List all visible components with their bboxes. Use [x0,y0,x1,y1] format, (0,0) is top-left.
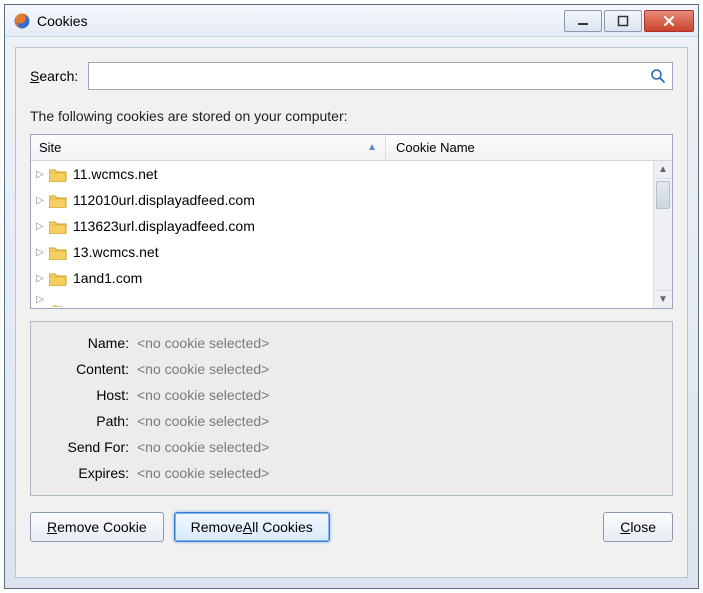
folder-icon [49,271,67,286]
detail-label-name: Name: [41,335,129,351]
expand-icon[interactable]: ▷ [35,169,45,180]
list-header: Site ▲ Cookie Name [31,135,672,161]
close-window-button[interactable] [644,10,694,32]
detail-label-expires: Expires: [41,465,129,481]
detail-value-path: <no cookie selected> [137,413,269,429]
detail-value-name: <no cookie selected> [137,335,269,351]
col-site-header[interactable]: Site ▲ [31,135,386,160]
remove-cookie-button[interactable]: Remove Cookie [30,512,164,542]
window-controls [564,10,694,32]
scroll-down-icon[interactable]: ▼ [654,290,672,308]
detail-label-path: Path: [41,413,129,429]
close-button[interactable]: Close [603,512,673,542]
list-item[interactable]: ▷ 113623url.displayadfeed.com [31,213,652,239]
folder-icon [49,193,67,208]
folder-icon [49,245,67,260]
expand-icon[interactable]: ▷ [35,221,45,232]
remove-all-cookies-button[interactable]: Remove All Cookies [174,512,330,542]
button-row: Remove Cookie Remove All Cookies Close [30,512,673,542]
expand-icon[interactable]: ▷ [35,294,45,305]
list-item[interactable]: ▷ 1and1.com [31,265,652,291]
list-body: ▷ 11.wcmcs.net ▷ 112010url.displayadfeed… [31,161,672,308]
detail-value-sendfor: <no cookie selected> [137,439,269,455]
list-item[interactable]: ▷ 13.wcmcs.net [31,239,652,265]
folder-icon [49,167,67,182]
list-item[interactable]: ▷ 11.wcmcs.net [31,161,652,187]
folder-icon [49,299,67,307]
cookies-dialog: Cookies Search: [4,4,699,589]
expand-icon[interactable]: ▷ [35,195,45,206]
col-cookie-header[interactable]: Cookie Name [386,135,672,160]
dialog-content: Search: The following cookies are stored… [15,47,688,578]
scrollbar[interactable]: ▲ ▼ [653,161,672,308]
detail-value-expires: <no cookie selected> [137,465,269,481]
expand-icon[interactable]: ▷ [35,273,45,284]
search-input[interactable] [95,64,650,88]
detail-value-host: <no cookie selected> [137,387,269,403]
description-text: The following cookies are stored on your… [30,108,673,124]
firefox-icon [13,12,31,30]
search-icon [650,68,666,84]
detail-value-content: <no cookie selected> [137,361,269,377]
scroll-thumb[interactable] [656,181,670,209]
cookie-list: Site ▲ Cookie Name ▷ 11.wcmcs.net [30,134,673,309]
folder-icon [49,219,67,234]
detail-label-sendfor: Send For: [41,439,129,455]
maximize-button[interactable] [604,10,642,32]
detail-label-host: Host: [41,387,129,403]
detail-label-content: Content: [41,361,129,377]
search-label: Search: [30,68,78,84]
list-item[interactable]: ▷ 112010url.displayadfeed.com [31,187,652,213]
search-row: Search: [30,62,673,90]
cookie-details: Name: <no cookie selected> Content: <no co… [30,321,673,496]
search-input-wrap[interactable] [88,62,673,90]
window-title: Cookies [37,13,564,29]
minimize-button[interactable] [564,10,602,32]
sort-asc-icon: ▲ [367,142,377,153]
expand-icon[interactable]: ▷ [35,247,45,258]
scroll-up-icon[interactable]: ▲ [654,161,672,179]
titlebar[interactable]: Cookies [5,5,698,37]
list-item[interactable]: ▷ [31,291,652,307]
